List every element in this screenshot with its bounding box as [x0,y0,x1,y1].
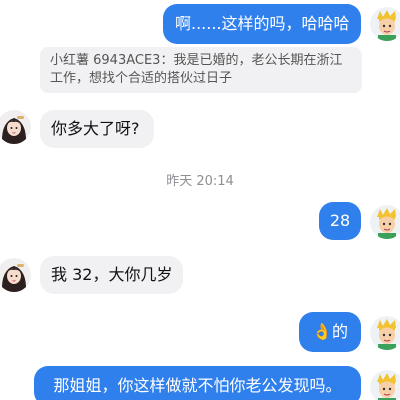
chat-conversation: 啊......这样的吗，哈哈哈 小红薯 6943ACE3：我是已婚的，老公长期在… [0,0,400,400]
message-text: 那姐姐，你这样做就不怕你老公发现吗。 [53,376,342,395]
self-avatar-icon[interactable] [370,205,400,239]
outgoing-message-bubble[interactable]: 28 [319,202,361,240]
contact-avatar-icon[interactable] [0,258,31,292]
outgoing-message-bubble[interactable]: 👌的 [299,312,361,352]
incoming-message-bubble[interactable]: 我 32，大你几岁 [40,256,183,294]
quoted-message[interactable]: 小红薯 6943ACE3：我是已婚的，老公长期在浙江工作，想找个合适的搭伙过日子 [40,47,362,93]
message-text: 28 [329,211,351,230]
message-text: 你多大了呀? [51,119,140,138]
quoted-text: 小红薯 6943ACE3：我是已婚的，老公长期在浙江工作，想找个合适的搭伙过日子 [50,53,343,86]
timestamp-divider: 昨天 20:14 [166,174,234,189]
self-avatar-icon[interactable] [370,7,400,41]
outgoing-message-bubble[interactable]: 那姐姐，你这样做就不怕你老公发现吗。 [34,366,361,400]
message-text: 我 32，大你几岁 [51,265,173,284]
self-avatar-icon[interactable] [370,370,400,400]
message-text: 啊......这样的吗，哈哈哈 [175,14,350,33]
outgoing-message-bubble[interactable]: 啊......这样的吗，哈哈哈 [163,4,361,44]
contact-avatar-icon[interactable] [0,110,31,144]
message-text: 👌的 [312,322,348,341]
self-avatar-icon[interactable] [370,316,400,350]
incoming-message-bubble[interactable]: 你多大了呀? [40,110,154,148]
